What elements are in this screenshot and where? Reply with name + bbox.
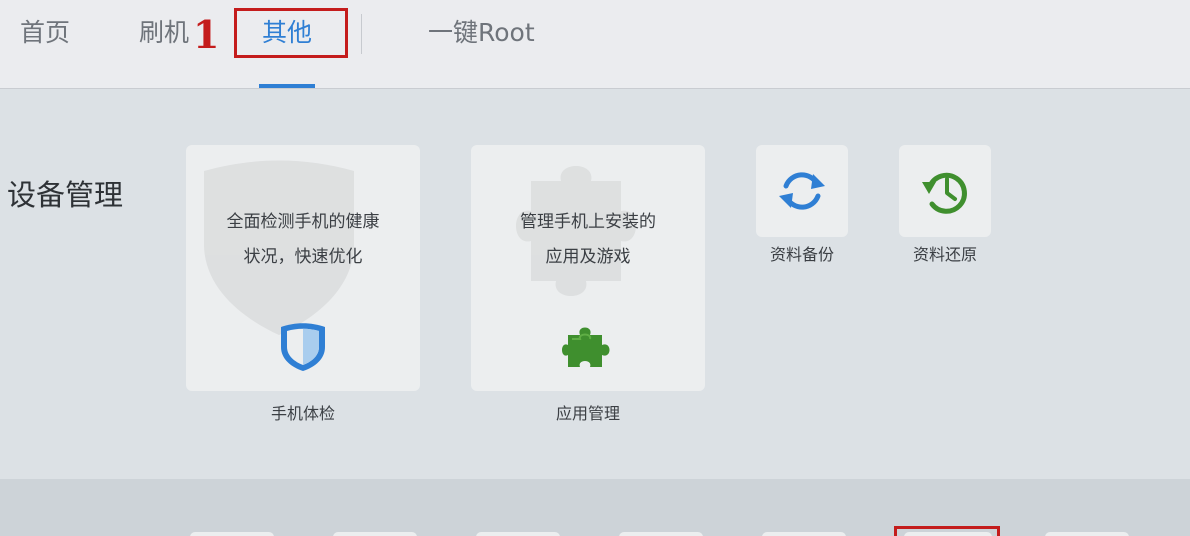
app-window: 首页 刷机 1 其他 一键Root 设备管理 全面检测手机的健康 状况，快速优化 <box>0 0 1190 536</box>
bottom-tile[interactable] <box>476 532 560 536</box>
bottom-tile[interactable] <box>333 532 417 536</box>
history-icon <box>922 172 967 214</box>
tab-root[interactable]: 一键Root <box>428 16 535 50</box>
sync-icon <box>779 172 825 210</box>
phone-check-desc-line1: 全面检测手机的健康 <box>226 212 380 232</box>
annotation-highlight-box-bottom <box>894 526 1000 536</box>
annotation-step-number: 1 <box>193 12 220 57</box>
top-nav: 首页 刷机 1 其他 一键Root <box>0 0 1190 89</box>
phone-check-desc-line2: 状况，快速优化 <box>243 247 363 267</box>
app-management-desc-line1: 管理手机上安装的 <box>520 212 656 232</box>
tab-home[interactable]: 首页 <box>20 16 70 50</box>
puzzle-icon <box>562 327 610 367</box>
bottom-tile[interactable] <box>619 532 703 536</box>
data-restore-label: 资料还原 <box>912 245 977 264</box>
device-management-section: 设备管理 全面检测手机的健康 状况，快速优化 手机体检 管理手机上安装的 应用及… <box>0 89 1190 479</box>
annotation-highlight-box <box>234 8 348 58</box>
active-tab-indicator <box>259 84 315 88</box>
phone-check-card[interactable]: 全面检测手机的健康 状况，快速优化 <box>186 145 420 391</box>
bottom-section <box>0 479 1190 536</box>
data-backup-tile[interactable] <box>756 145 848 237</box>
data-restore-tile[interactable] <box>899 145 991 237</box>
nav-divider <box>361 14 362 54</box>
section-title: 设备管理 <box>7 178 124 212</box>
shield-icon <box>281 323 325 371</box>
bottom-tile[interactable] <box>762 532 846 536</box>
phone-check-description: 全面检测手机的健康 状况，快速优化 <box>186 205 420 275</box>
app-management-desc-line2: 应用及游戏 <box>545 247 631 267</box>
app-management-card[interactable]: 管理手机上安装的 应用及游戏 <box>471 145 705 391</box>
app-management-label: 应用管理 <box>555 404 620 423</box>
tab-flash[interactable]: 刷机 <box>139 16 189 50</box>
phone-check-label: 手机体检 <box>270 404 335 423</box>
data-backup-label: 资料备份 <box>769 245 834 264</box>
bottom-tile[interactable] <box>190 532 274 536</box>
app-management-description: 管理手机上安装的 应用及游戏 <box>471 205 705 275</box>
bottom-tile[interactable] <box>1045 532 1129 536</box>
